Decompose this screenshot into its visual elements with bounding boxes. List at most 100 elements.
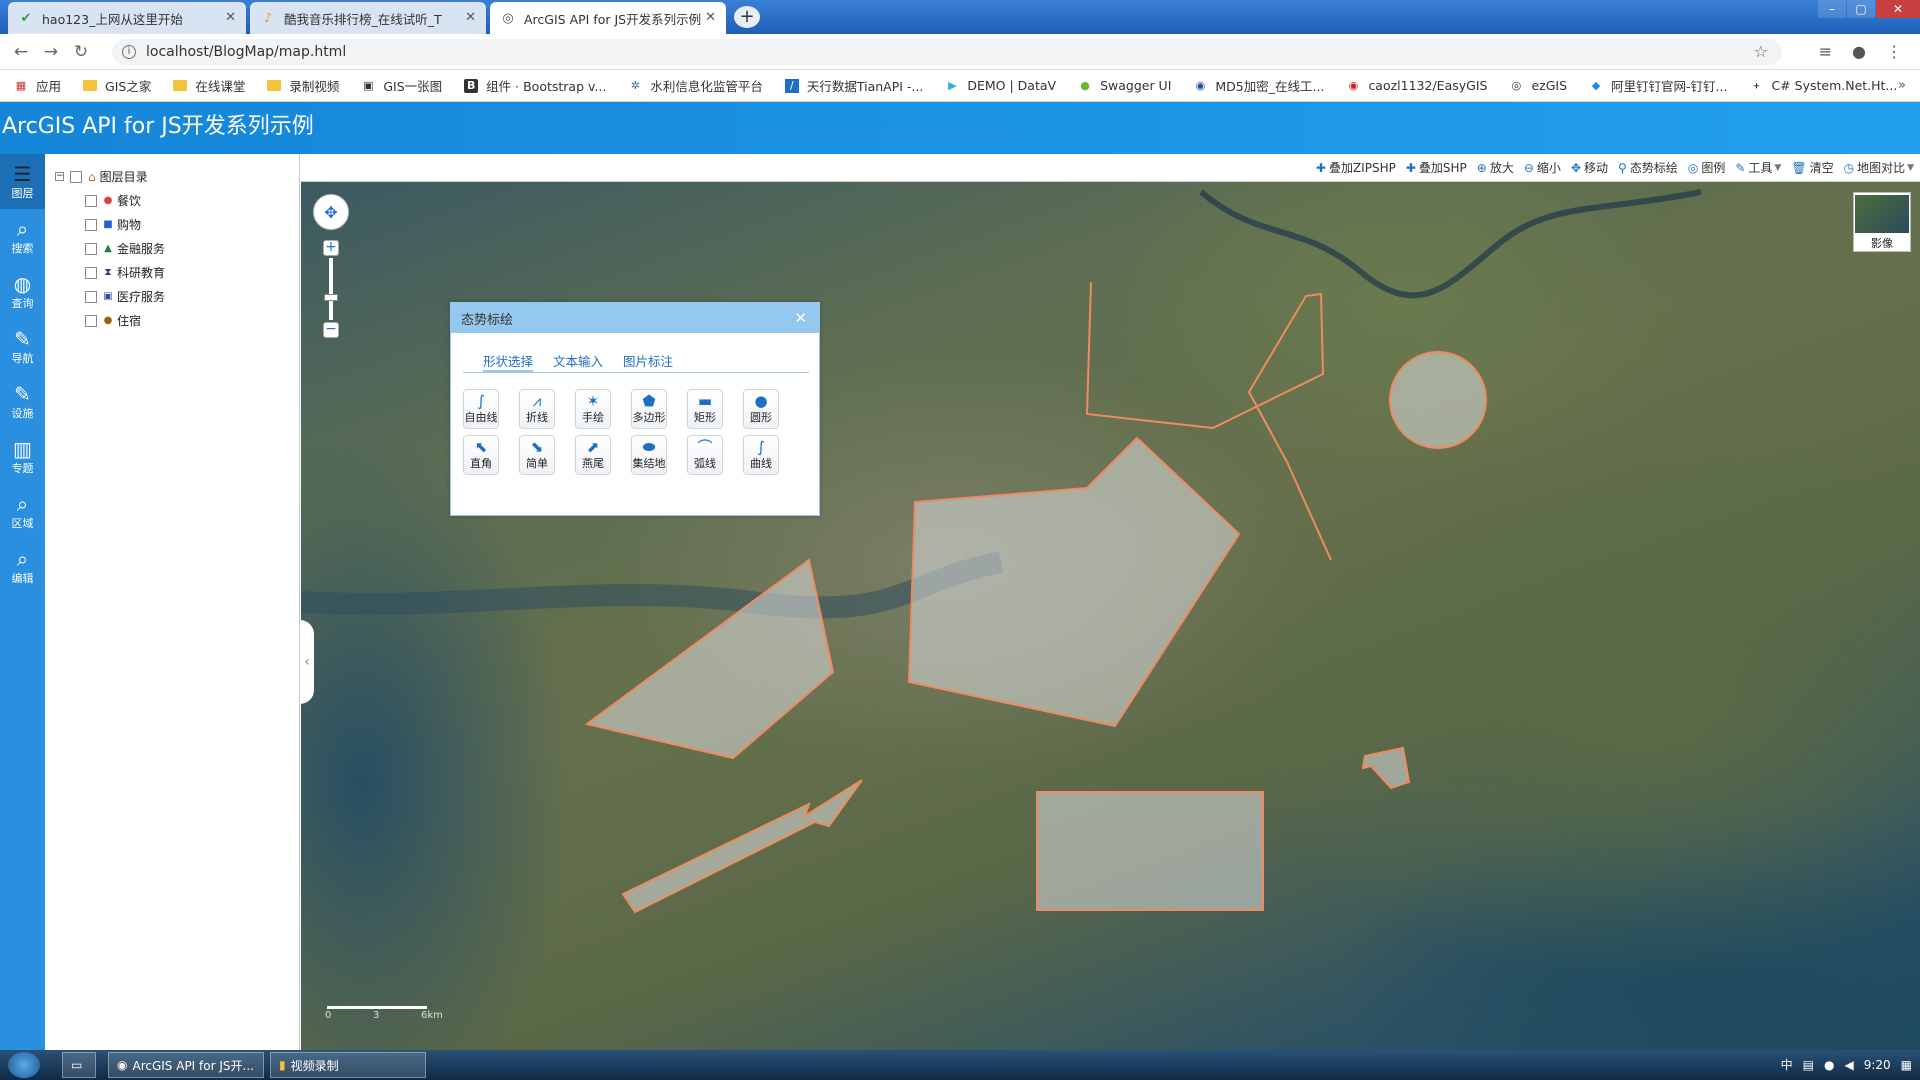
more-bookmarks-icon[interactable]: » xyxy=(1898,78,1906,93)
bookmark-item[interactable]: ✲ 水利信息化监管平台 xyxy=(628,76,763,95)
volume-icon[interactable]: ◀ xyxy=(1844,1058,1853,1072)
shape-handdraw-button[interactable]: ✶ 手绘 xyxy=(575,389,611,429)
shape-gathering-place-button[interactable]: ⬬ 集结地 xyxy=(631,435,667,475)
shape-freeline-button[interactable]: ∫ 自由线 xyxy=(463,389,499,429)
wechat-icon[interactable]: ● xyxy=(1824,1058,1834,1072)
pan-button[interactable]: ✥ 移动 xyxy=(1571,159,1608,176)
reload-icon[interactable]: ↻ xyxy=(66,42,96,62)
tab-shape-select[interactable]: 形状选择 xyxy=(483,351,534,372)
reading-list-icon[interactable]: ≡ xyxy=(1819,42,1832,61)
bookmark-item[interactable]: ● Swagger UI xyxy=(1078,78,1171,93)
nav-item-query[interactable]: ◍ 查询 xyxy=(0,264,45,319)
shape-polygon-button[interactable]: ⬟ 多边形 xyxy=(631,389,667,429)
zoom-plus-icon[interactable]: + xyxy=(323,240,339,256)
nav-item-thematic[interactable]: ▥ 专题 xyxy=(0,429,45,484)
bookmark-apps[interactable]: ▦ 应用 xyxy=(14,76,61,95)
start-button[interactable] xyxy=(8,1052,40,1078)
shape-rectangle-button[interactable]: ▬ 矩形 xyxy=(687,389,723,429)
plot-button[interactable]: ⚲ 态势标绘 xyxy=(1618,159,1678,176)
layer-item-education[interactable]: ⧗ 科研教育 xyxy=(85,264,165,281)
zoom-track[interactable] xyxy=(329,258,333,320)
nav-item-region[interactable]: ⌕ 区域 xyxy=(0,484,45,539)
clear-button[interactable]: 🗑 清空 xyxy=(1791,159,1833,176)
bookmark-item[interactable]: ◉ MD5加密_在线工... xyxy=(1193,76,1325,95)
bookmark-item[interactable]: B 组件 · Bootstrap v... xyxy=(464,76,606,95)
bookmark-item[interactable]: 录制视频 xyxy=(267,76,339,95)
panel-collapse-handle[interactable]: ‹ xyxy=(300,620,314,704)
taskbar-app-browser[interactable]: ◉ ArcGIS API for JS开... xyxy=(108,1052,264,1078)
shape-circle-button[interactable]: ● 圆形 xyxy=(743,389,779,429)
tools-dropdown[interactable]: ✎ 工具 ▼ xyxy=(1735,159,1781,176)
plot-rectangle[interactable] xyxy=(1036,791,1264,911)
browser-tab-hao123[interactable]: ✔ hao123_上网从这里开始 ✕ xyxy=(8,2,246,34)
info-icon[interactable]: i xyxy=(122,45,136,59)
maximize-icon[interactable]: ▢ xyxy=(1847,0,1875,18)
tab-text-input[interactable]: 文本输入 xyxy=(553,351,603,372)
basemap-switcher[interactable]: 影像 xyxy=(1853,192,1911,252)
shape-right-angle-arrow-button[interactable]: ⬉ 直角 xyxy=(463,435,499,475)
back-icon[interactable]: ← xyxy=(6,42,36,62)
bookmark-item[interactable]: / 天行数据TianAPI -... xyxy=(784,76,923,95)
clock-text[interactable]: 9:20 xyxy=(1864,1058,1891,1072)
layer-item-medical[interactable]: ▣ 医疗服务 xyxy=(85,288,165,305)
add-shp-button[interactable]: ✚ 叠加SHP xyxy=(1406,159,1467,176)
close-icon[interactable]: ✕ xyxy=(705,10,716,25)
browser-tab-kuwo[interactable]: ♪ 酷我音乐排行榜_在线试听_T ✕ xyxy=(250,2,486,34)
add-zipshp-button[interactable]: ✚ 叠加ZIPSHP xyxy=(1316,159,1396,176)
layer-checkbox[interactable] xyxy=(85,266,97,279)
taskbar-app-recorder[interactable]: ▮ 视频录制 xyxy=(270,1052,426,1078)
bookmark-item[interactable]: GIS之家 xyxy=(83,76,151,95)
layer-checkbox[interactable] xyxy=(85,290,97,303)
bookmark-item[interactable]: 在线课堂 xyxy=(173,76,245,95)
network-icon[interactable]: ▤ xyxy=(1803,1058,1814,1072)
nav-item-search[interactable]: ⌕ 搜索 xyxy=(0,209,45,264)
shape-swallowtail-arrow-button[interactable]: ⬈ 燕尾 xyxy=(575,435,611,475)
plot-circle[interactable] xyxy=(1389,351,1487,449)
shape-arc-button[interactable]: ⌒ 弧线 xyxy=(687,435,723,475)
browser-tab-arcgis[interactable]: ◎ ArcGIS API for JS开发系列示例 ✕ xyxy=(490,2,726,34)
close-icon[interactable]: ✕ xyxy=(794,309,807,327)
zoom-out-button[interactable]: ⊖ 缩小 xyxy=(1524,159,1561,176)
url-field[interactable]: i localhost/BlogMap/map.html ☆ xyxy=(112,39,1782,65)
layer-item-lodging[interactable]: ● 住宿 xyxy=(85,312,141,329)
plot-arrow[interactable] xyxy=(621,779,863,914)
layer-checkbox[interactable] xyxy=(85,314,97,327)
layer-item-dining[interactable]: ● 餐饮 xyxy=(85,192,141,209)
nav-item-navigate[interactable]: ✎ 导航 xyxy=(0,319,45,374)
layer-tree-root[interactable]: − ⌂ 图层目录 xyxy=(55,168,148,185)
minimize-icon[interactable]: – xyxy=(1818,0,1846,18)
zoom-thumb[interactable] xyxy=(324,294,338,301)
bookmark-item[interactable]: ᚐ C# System.Net.Ht... xyxy=(1749,78,1898,93)
shape-curve-button[interactable]: ∫ 曲线 xyxy=(743,435,779,475)
shape-simple-arrow-button[interactable]: ⬊ 简单 xyxy=(519,435,555,475)
shape-polyline-button[interactable]: ⩘ 折线 xyxy=(519,389,555,429)
layer-checkbox[interactable] xyxy=(85,194,97,207)
layer-checkbox[interactable] xyxy=(85,218,97,231)
forward-icon[interactable]: → xyxy=(36,42,66,62)
bookmark-item[interactable]: ◉ caozl1132/EasyGIS xyxy=(1346,78,1488,93)
collapse-icon[interactable]: − xyxy=(55,172,64,181)
profile-icon[interactable]: ● xyxy=(1852,42,1866,61)
close-icon[interactable]: ✕ xyxy=(225,10,236,25)
layer-checkbox[interactable] xyxy=(70,170,82,183)
bookmark-item[interactable]: ▣ GIS一张图 xyxy=(361,76,442,95)
layer-item-finance[interactable]: ▲ 金融服务 xyxy=(85,240,165,257)
bookmark-item[interactable]: ◎ ezGIS xyxy=(1509,78,1567,93)
menu-icon[interactable]: ⋮ xyxy=(1886,42,1902,61)
layer-item-shopping[interactable]: ■ 购物 xyxy=(85,216,141,233)
legend-button[interactable]: ◎ 图例 xyxy=(1688,159,1726,176)
zoom-in-button[interactable]: ⊕ 放大 xyxy=(1477,159,1514,176)
close-icon[interactable]: ✕ xyxy=(465,10,476,25)
pan-control-icon[interactable]: ✥ xyxy=(313,194,349,230)
bookmark-item[interactable]: ▶ DEMO | DataV xyxy=(945,78,1056,93)
zoom-minus-icon[interactable]: − xyxy=(323,322,339,338)
zoom-slider[interactable]: + − xyxy=(323,240,339,340)
nav-item-facility[interactable]: ✎ 设施 xyxy=(0,374,45,429)
nav-item-layers[interactable]: ☰ 图层 xyxy=(0,154,45,209)
plot-small-arrow[interactable] xyxy=(1361,746,1411,790)
new-tab-button[interactable]: + xyxy=(734,6,760,28)
map-compare-dropdown[interactable]: ◷ 地图对比 ▼ xyxy=(1844,159,1914,176)
plot-polygon[interactable] xyxy=(907,436,1241,728)
bookmark-star-icon[interactable]: ☆ xyxy=(1754,42,1768,61)
notification-icon[interactable]: ▦ xyxy=(1901,1058,1912,1072)
